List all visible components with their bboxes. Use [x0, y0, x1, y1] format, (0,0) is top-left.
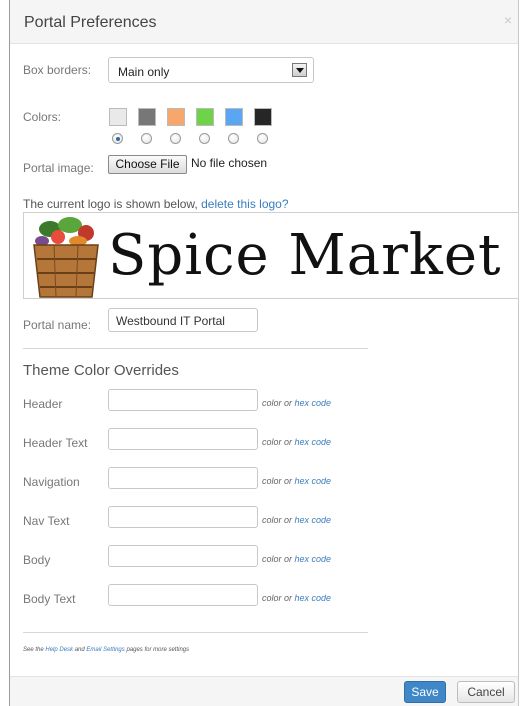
color-swatch[interactable] — [225, 108, 243, 126]
color-hint: color or hex code — [262, 593, 331, 603]
dialog-footer: Save Cancel — [10, 676, 518, 706]
color-swatch[interactable] — [254, 108, 272, 126]
hint-prefix: color or — [262, 476, 293, 486]
box-borders-select[interactable]: Main only — [108, 57, 314, 83]
email-settings-link[interactable]: Email Settings — [86, 647, 124, 653]
delete-logo-link[interactable]: delete this logo? — [201, 197, 288, 211]
color-hint: color or hex code — [262, 515, 331, 525]
hex-code-link[interactable]: hex code — [295, 554, 332, 564]
override-color-input[interactable] — [108, 506, 258, 528]
color-radio[interactable] — [112, 133, 123, 144]
choose-file-button[interactable]: Choose File — [108, 155, 187, 174]
color-swatch[interactable] — [109, 108, 127, 126]
box-borders-label: Box borders: — [23, 63, 92, 77]
divider — [23, 348, 368, 349]
hint-prefix: color or — [262, 593, 293, 603]
hex-code-link[interactable]: hex code — [295, 476, 332, 486]
box-borders-value: Main only — [118, 65, 170, 79]
color-radio[interactable] — [141, 133, 152, 144]
override-label: Nav Text — [23, 514, 70, 528]
color-hint: color or hex code — [262, 476, 331, 486]
hint-prefix: color or — [262, 437, 293, 447]
override-color-input[interactable] — [108, 428, 258, 450]
color-swatch[interactable] — [196, 108, 214, 126]
footnote-suffix: pages for more settings — [126, 647, 190, 653]
save-button[interactable]: Save — [404, 681, 446, 703]
current-logo: Spice Market — [23, 212, 519, 299]
color-radio[interactable] — [199, 133, 210, 144]
override-label: Header — [23, 397, 63, 411]
footnote-prefix: See the — [23, 647, 44, 653]
override-label: Body Text — [23, 592, 76, 606]
dialog-header: Portal Preferences × — [10, 0, 518, 44]
color-radio[interactable] — [257, 133, 268, 144]
produce-basket-icon — [33, 217, 99, 298]
logo-caption: The current logo is shown below, — [23, 197, 198, 211]
divider — [23, 632, 368, 633]
color-radio[interactable] — [170, 133, 181, 144]
color-radio[interactable] — [228, 133, 239, 144]
chevron-down-icon[interactable] — [292, 63, 307, 77]
portal-name-label: Portal name: — [23, 318, 92, 332]
portal-preferences-dialog: Portal Preferences × Box borders: Main o… — [9, 0, 519, 706]
hex-code-link[interactable]: hex code — [295, 593, 332, 603]
override-color-input[interactable] — [108, 467, 258, 489]
close-icon[interactable]: × — [504, 12, 512, 28]
hex-code-link[interactable]: hex code — [295, 398, 332, 408]
file-status: No file chosen — [191, 156, 268, 170]
cancel-button[interactable]: Cancel — [457, 681, 515, 703]
theme-overrides-title: Theme Color Overrides — [23, 362, 179, 379]
colors-label: Colors: — [23, 110, 62, 124]
color-swatch[interactable] — [138, 108, 156, 126]
override-label: Navigation — [23, 475, 80, 489]
override-color-input[interactable] — [108, 545, 258, 567]
footnote-middle: and — [74, 647, 85, 653]
override-color-input[interactable] — [108, 389, 258, 411]
hint-prefix: color or — [262, 554, 293, 564]
portal-name-input[interactable]: Westbound IT Portal — [108, 308, 258, 332]
help-desk-link[interactable]: Help Desk — [45, 647, 73, 653]
color-hint: color or hex code — [262, 437, 331, 447]
footnote: See the Help Desk and Email Settings pag… — [23, 647, 189, 653]
override-color-input[interactable] — [108, 584, 258, 606]
portal-image-label: Portal image: — [23, 161, 94, 175]
color-hint: color or hex code — [262, 554, 331, 564]
logo-text: Spice Market — [108, 223, 502, 288]
override-label: Header Text — [23, 436, 88, 450]
logo-caption-row: The current logo is shown below, delete … — [23, 197, 289, 211]
override-label: Body — [23, 553, 51, 567]
hex-code-link[interactable]: hex code — [295, 437, 332, 447]
hint-prefix: color or — [262, 398, 293, 408]
hint-prefix: color or — [262, 515, 293, 525]
dialog-title: Portal Preferences — [24, 14, 157, 31]
color-hint: color or hex code — [262, 398, 331, 408]
color-swatch[interactable] — [167, 108, 185, 126]
hex-code-link[interactable]: hex code — [295, 515, 332, 525]
